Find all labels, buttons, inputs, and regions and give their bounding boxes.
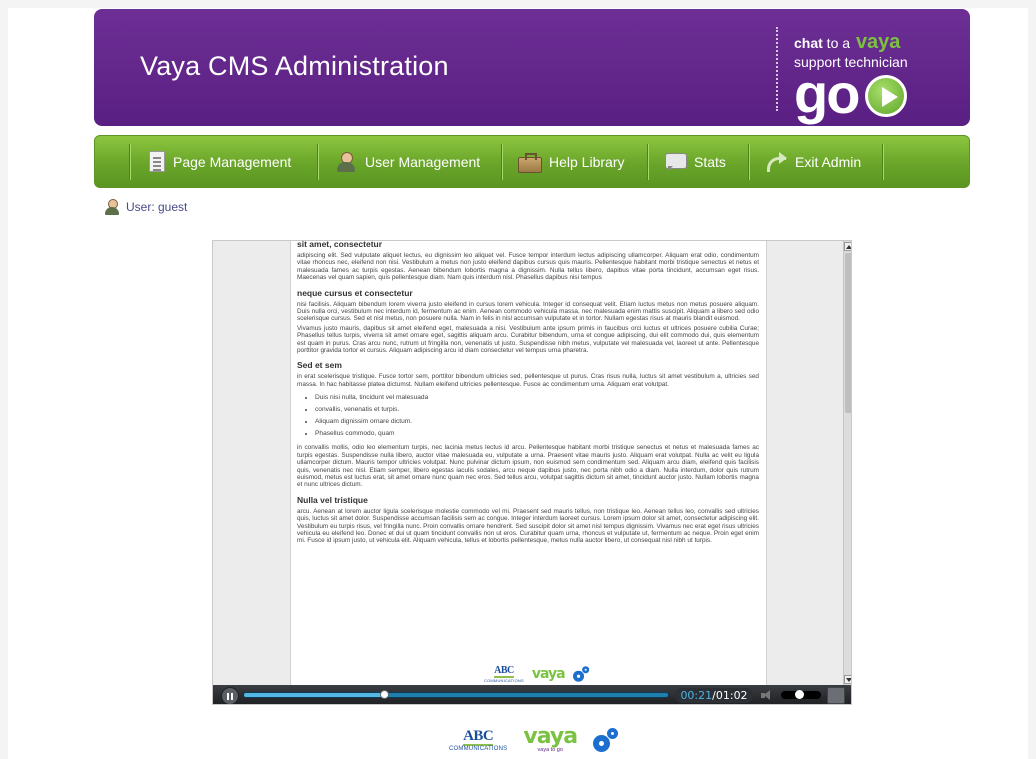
vaya-logo-text: vaya bbox=[523, 724, 578, 749]
list-item: Duis nisi nulla, tincidunt vel malesuada bbox=[315, 392, 759, 404]
total-time: 01:02 bbox=[715, 689, 748, 702]
user-icon bbox=[335, 151, 357, 173]
user-icon bbox=[104, 199, 120, 215]
nav-item-help-library[interactable]: Help Library bbox=[517, 136, 624, 187]
progress-fill bbox=[244, 693, 384, 697]
section-paragraph: in erat scelerisque tristique. Fusce tor… bbox=[297, 373, 759, 388]
user-status-label[interactable]: User: guest bbox=[126, 200, 187, 214]
nav-item-label: User Management bbox=[365, 153, 481, 170]
nav-separator bbox=[501, 144, 503, 180]
vertical-scrollbar[interactable] bbox=[843, 241, 851, 685]
nav-item-label: Stats bbox=[694, 153, 726, 170]
section-paragraph: nisi facilisis. Aliquam bibendum lorem v… bbox=[297, 300, 759, 323]
chat-support-widget[interactable]: chat to a vaya support technician go bbox=[794, 19, 964, 125]
abc-logo-text: ABC bbox=[494, 664, 514, 678]
fullscreen-icon[interactable] bbox=[827, 687, 845, 704]
section-paragraph: in convallis mollis, odio leo elementum … bbox=[297, 444, 759, 489]
vaya-logo-text: vaya bbox=[531, 666, 566, 682]
list-item: Aliquam dignissim ornare dictum. bbox=[315, 416, 759, 428]
section-heading: sit amet, consectetur bbox=[297, 240, 383, 249]
gears-icon[interactable] bbox=[593, 727, 619, 753]
progress-bar[interactable] bbox=[243, 690, 669, 699]
section-heading: Sed et sem bbox=[297, 360, 342, 371]
section-paragraph: adipiscing elit. Sed vulputate aliquet l… bbox=[297, 252, 759, 282]
pause-icon[interactable] bbox=[221, 687, 239, 704]
nav-separator bbox=[748, 144, 750, 180]
chat-line-1: chat to a vaya bbox=[794, 31, 900, 54]
list-item: convallis, venenatis et turpis. bbox=[315, 404, 759, 416]
document-preview: sit amet, consectetur adipiscing elit. S… bbox=[290, 241, 767, 685]
main-nav: Page Management User Management Help Lib… bbox=[94, 135, 970, 188]
section-paragraph: Vivamus justo mauris, dapibus sit amet e… bbox=[297, 324, 759, 355]
nav-item-page-management[interactable]: Page Management bbox=[149, 136, 291, 187]
chat-brand: vaya bbox=[855, 31, 901, 53]
section-heading: neque cursus et consectetur bbox=[297, 287, 413, 298]
nav-separator bbox=[317, 144, 319, 180]
document-footer-logos: ABC COMMUNICATIONS vaya bbox=[484, 661, 591, 687]
header-banner: Vaya CMS Administration chat to a vaya s… bbox=[94, 9, 970, 126]
page-title: Vaya CMS Administration bbox=[140, 51, 449, 81]
nav-separator bbox=[647, 144, 649, 180]
player-controls: 00:21/01:02 bbox=[213, 685, 851, 704]
nav-item-label: Page Management bbox=[173, 153, 292, 170]
current-time: 00:21 bbox=[680, 689, 713, 702]
footer-logos: ABC COMMUNICATIONS vaya vaya to go bbox=[449, 724, 619, 754]
bullet-list: Duis nisi nulla, tincidunt vel malesuada… bbox=[315, 392, 759, 440]
nav-separator bbox=[129, 144, 131, 180]
exit-arrow-icon bbox=[765, 151, 787, 173]
page-icon bbox=[149, 151, 165, 172]
abc-logo-subtext: COMMUNICATIONS bbox=[449, 745, 508, 752]
nav-item-label: Help Library bbox=[549, 153, 625, 170]
go-label: go bbox=[794, 62, 860, 125]
volume-slider[interactable] bbox=[781, 690, 821, 699]
section-paragraph: arcu. Aenean at lorem auctor ligula scel… bbox=[297, 507, 759, 545]
volume-knob[interactable] bbox=[795, 690, 804, 699]
scroll-up-arrow-icon[interactable] bbox=[844, 242, 851, 251]
scroll-thumb[interactable] bbox=[845, 253, 851, 413]
abc-logo: ABC COMMUNICATIONS bbox=[484, 664, 524, 683]
briefcase-icon bbox=[517, 151, 542, 173]
abc-logo-text: ABC bbox=[463, 727, 494, 746]
nav-separator bbox=[882, 144, 884, 180]
vaya-logo[interactable]: vaya vaya to go bbox=[523, 724, 578, 754]
nav-item-exit-admin[interactable]: Exit Admin bbox=[765, 136, 861, 187]
time-display: 00:21/01:02 bbox=[675, 688, 753, 703]
progress-knob[interactable] bbox=[379, 690, 389, 699]
chat-to: to a bbox=[822, 35, 851, 51]
vaya-logo-subtext: vaya to go bbox=[537, 747, 563, 753]
video-player[interactable]: sit amet, consectetur adipiscing elit. S… bbox=[212, 240, 852, 705]
chat-prefix: chat bbox=[794, 35, 823, 51]
vaya-logo: vaya bbox=[531, 666, 566, 682]
nav-item-label: Exit Admin bbox=[795, 153, 862, 170]
abc-logo-subtext: COMMUNICATIONS bbox=[484, 677, 524, 683]
user-status: User: guest bbox=[104, 199, 187, 215]
go-play-icon[interactable] bbox=[865, 75, 907, 117]
abc-logo[interactable]: ABC COMMUNICATIONS bbox=[449, 727, 508, 752]
scroll-down-arrow-icon[interactable] bbox=[844, 675, 851, 684]
nav-item-stats[interactable]: Stats bbox=[664, 136, 726, 187]
header-divider bbox=[776, 27, 778, 111]
volume-icon[interactable] bbox=[761, 690, 773, 701]
nav-item-user-management[interactable]: User Management bbox=[335, 136, 480, 187]
gears-icon bbox=[572, 666, 589, 683]
list-item: Phasellus commodo, quam bbox=[315, 428, 759, 440]
section-heading: Nulla vel tristique bbox=[297, 494, 368, 505]
speech-bubble-icon bbox=[664, 151, 687, 173]
